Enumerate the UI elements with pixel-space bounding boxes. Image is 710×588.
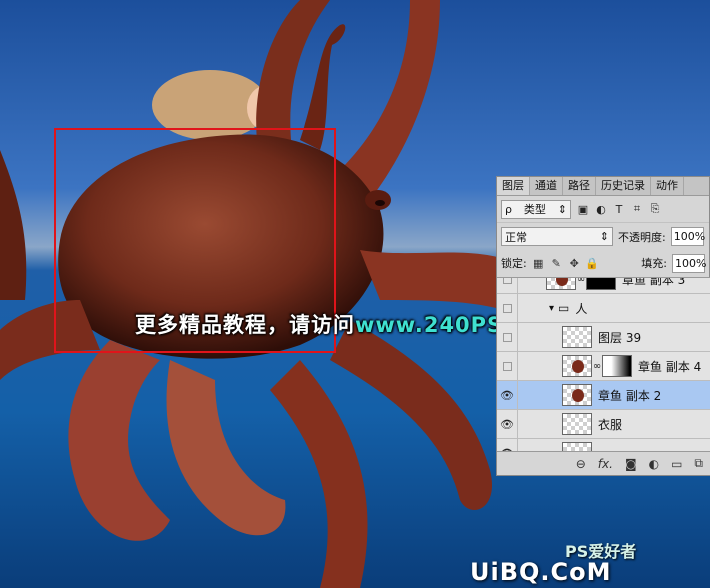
fx-icon[interactable]: fx. <box>598 457 613 471</box>
new-layer-icon[interactable]: ⧉ <box>694 456 703 471</box>
tab-actions[interactable]: 动作 <box>651 177 684 195</box>
expand-chevron-icon[interactable]: ▾ <box>518 303 554 314</box>
layer-name: 章鱼 副本 2 <box>598 388 662 403</box>
search-icon: ρ <box>505 202 512 216</box>
layer-row[interactable]: ∞ 章鱼 副本 4 <box>497 351 710 381</box>
visibility-toggle[interactable]: 👁 <box>497 409 518 439</box>
opacity-label: 不透明度: <box>618 230 666 244</box>
fill-input[interactable]: 100% <box>672 253 706 273</box>
layer-row[interactable]: 👁 衣服 <box>497 409 710 439</box>
panel-footer: ⊖ fx. ◙ ◐ ▭ ⧉ <box>497 451 710 475</box>
layer-name: 章鱼 副本 4 <box>638 359 702 374</box>
adjustment-icon[interactable]: ◐ <box>649 457 659 471</box>
layer-name: 图层 39 <box>598 330 642 345</box>
layer-name: 衣服 <box>598 417 623 432</box>
opacity-input[interactable]: 100% <box>670 227 705 246</box>
visibility-toggle[interactable]: 👁 <box>497 380 518 410</box>
filter-row: ρ 类型 ⇕ ▣ ◐ T ⌗ ⎘ <box>497 196 709 222</box>
lock-label: 锁定: <box>501 257 527 270</box>
chain-link-icon[interactable]: ∞ <box>576 278 586 285</box>
layer-list: ∞ 章鱼 副本 3 ▾ ▭ 人 图层 39 ∞ 章鱼 副本 4 👁 章鱼 副本 … <box>497 277 710 453</box>
visibility-toggle[interactable] <box>497 351 518 381</box>
image-filter-icon[interactable]: ▣ <box>577 203 589 216</box>
tab-paths[interactable]: 路径 <box>563 177 596 195</box>
layer-row[interactable]: ∞ 章鱼 副本 3 <box>497 277 710 294</box>
smart-object-filter-icon[interactable]: ⎘ <box>649 202 661 215</box>
layer-mask-thumbnail[interactable] <box>602 355 632 377</box>
layer-name: 人 <box>575 301 588 316</box>
layer-thumbnail <box>546 278 576 290</box>
blend-mode-select[interactable]: 正常 ⇕ <box>501 227 613 246</box>
fill-label: 填充: <box>641 257 667 270</box>
layer-thumbnail <box>562 413 592 435</box>
adjustment-filter-icon[interactable]: ◐ <box>595 203 607 216</box>
tab-layers[interactable]: 图层 <box>497 177 530 195</box>
panel-tabs: 图层 通道 路径 历史记录 动作 <box>497 177 709 196</box>
folder-icon: ▭ <box>558 301 570 315</box>
lock-all-icon[interactable]: 🔒 <box>585 257 599 270</box>
visibility-toggle[interactable] <box>497 278 518 294</box>
layer-thumbnail <box>562 355 592 377</box>
link-icon[interactable]: ⊖ <box>576 457 586 471</box>
chevron-updown-icon: ⇕ <box>557 202 567 216</box>
lock-transparent-icon[interactable]: ▦ <box>532 257 545 270</box>
filter-kind-select[interactable]: ρ 类型 ⇕ <box>501 199 571 219</box>
watermark-domain: UiBQ.CoM <box>470 558 612 586</box>
mask-icon[interactable]: ◙ <box>625 457 637 471</box>
folder-icon[interactable]: ▭ <box>671 457 682 471</box>
eye-icon: 👁 <box>500 388 514 402</box>
shape-filter-icon[interactable]: ⌗ <box>631 202 643 215</box>
layer-mask-thumbnail[interactable] <box>586 278 616 290</box>
lock-row: 锁定: ▦ ✎ ✥ 🔒 填充: 100% <box>497 250 709 276</box>
blend-row: 正常 ⇕ 不透明度: 100% <box>497 222 709 250</box>
filter-kind-label: 类型 <box>523 203 546 216</box>
layer-thumbnail <box>562 384 592 406</box>
banner-text: 更多精品教程，请访问 <box>135 313 355 337</box>
visibility-toggle[interactable] <box>497 322 518 352</box>
layer-name: 章鱼 副本 3 <box>622 277 686 287</box>
layer-row[interactable]: 图层 39 <box>497 322 710 352</box>
layer-row-selected[interactable]: 👁 章鱼 副本 2 <box>497 380 710 410</box>
eye-icon: 👁 <box>500 417 514 431</box>
layer-thumbnail <box>562 326 592 348</box>
chain-link-icon[interactable]: ∞ <box>592 361 602 372</box>
visibility-toggle[interactable] <box>497 293 518 323</box>
chevron-updown-icon: ⇕ <box>599 230 609 243</box>
layer-group-row[interactable]: ▾ ▭ 人 <box>497 293 710 323</box>
lock-paint-icon[interactable]: ✎ <box>550 257 563 270</box>
text-filter-icon[interactable]: T <box>613 203 625 216</box>
layers-panel: 图层 通道 路径 历史记录 动作 ρ 类型 ⇕ ▣ ◐ T ⌗ ⎘ 正常 ⇕ 不… <box>496 176 710 476</box>
blend-mode-value: 正常 <box>505 230 527 244</box>
tab-channels[interactable]: 通道 <box>530 177 563 195</box>
lock-move-icon[interactable]: ✥ <box>568 257 581 270</box>
tab-history[interactable]: 历史记录 <box>596 177 651 195</box>
